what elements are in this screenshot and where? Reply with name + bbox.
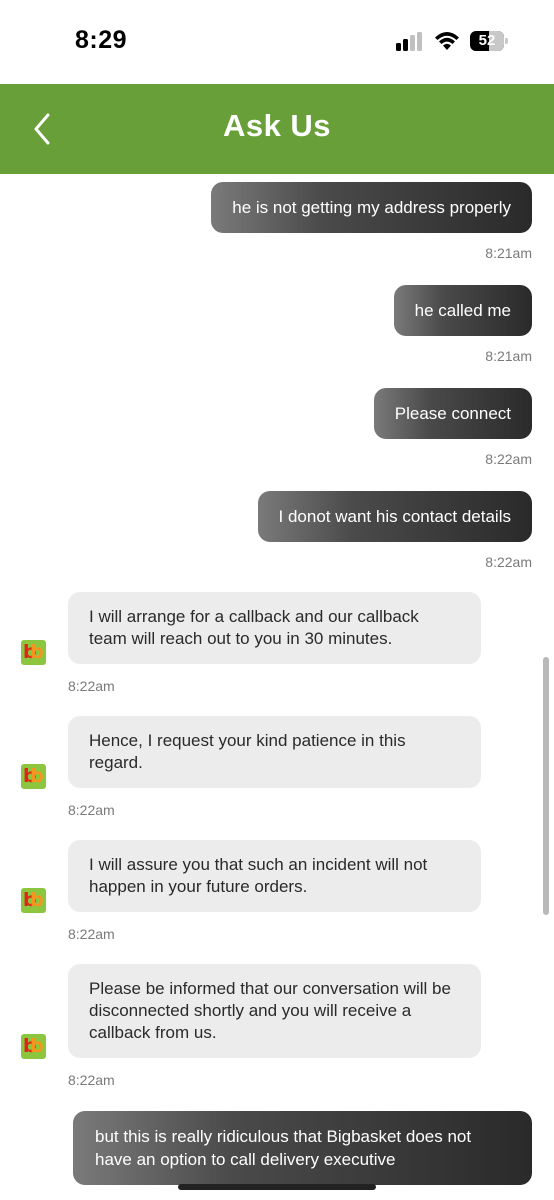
signal-icon (396, 32, 422, 51)
bb-logo-letter: b (30, 641, 44, 663)
app-header: Ask Us (0, 84, 554, 174)
user-message-bubble: Please connect (373, 388, 532, 439)
wifi-icon (435, 32, 459, 50)
user-message-bubble: but this is really ridiculous that Bigba… (73, 1111, 532, 1185)
bigbasket-logo-avatar: b b (21, 1034, 46, 1059)
bb-logo-letter: b (30, 889, 44, 911)
message-timestamp: 8:22am (68, 926, 115, 942)
user-message-bubble: I donot want his contact details (257, 491, 532, 542)
message-timestamp: 8:22am (485, 554, 532, 570)
message-timestamp: 8:22am (68, 678, 115, 694)
battery-icon: 52 (470, 31, 508, 51)
bigbasket-logo-avatar: b b (21, 640, 46, 665)
page-title: Ask Us (222, 108, 332, 143)
user-message-bubble: he is not getting my address properly (211, 182, 532, 233)
bigbasket-logo-avatar: b b (21, 764, 46, 789)
battery-level: 52 (478, 32, 496, 49)
bot-message-bubble: I will arrange for a callback and our ca… (68, 592, 481, 664)
message-timestamp: 8:22am (68, 1072, 115, 1088)
status-time: 8:29 (75, 26, 128, 54)
user-message-bubble: he called me (393, 285, 532, 336)
bb-logo-letter: b (30, 1035, 44, 1057)
bot-message-bubble: Hence, I request your kind patience in t… (68, 716, 481, 788)
status-bar: 8:29 52 (0, 0, 554, 84)
bot-message-bubble: Please be informed that our conversation… (68, 964, 481, 1058)
home-indicator[interactable] (178, 1184, 376, 1190)
bot-message-bubble: I will assure you that such an incident … (68, 840, 481, 912)
message-timestamp: 8:22am (68, 802, 115, 818)
message-timestamp: 8:21am (485, 245, 532, 261)
scrollbar[interactable] (543, 657, 549, 915)
bb-logo-letter: b (30, 765, 44, 787)
chat-message-list[interactable]: he is not getting my address properly 8:… (0, 174, 554, 1200)
bigbasket-logo-avatar: b b (21, 888, 46, 913)
message-timestamp: 8:22am (485, 451, 532, 467)
message-timestamp: 8:21am (485, 348, 532, 364)
